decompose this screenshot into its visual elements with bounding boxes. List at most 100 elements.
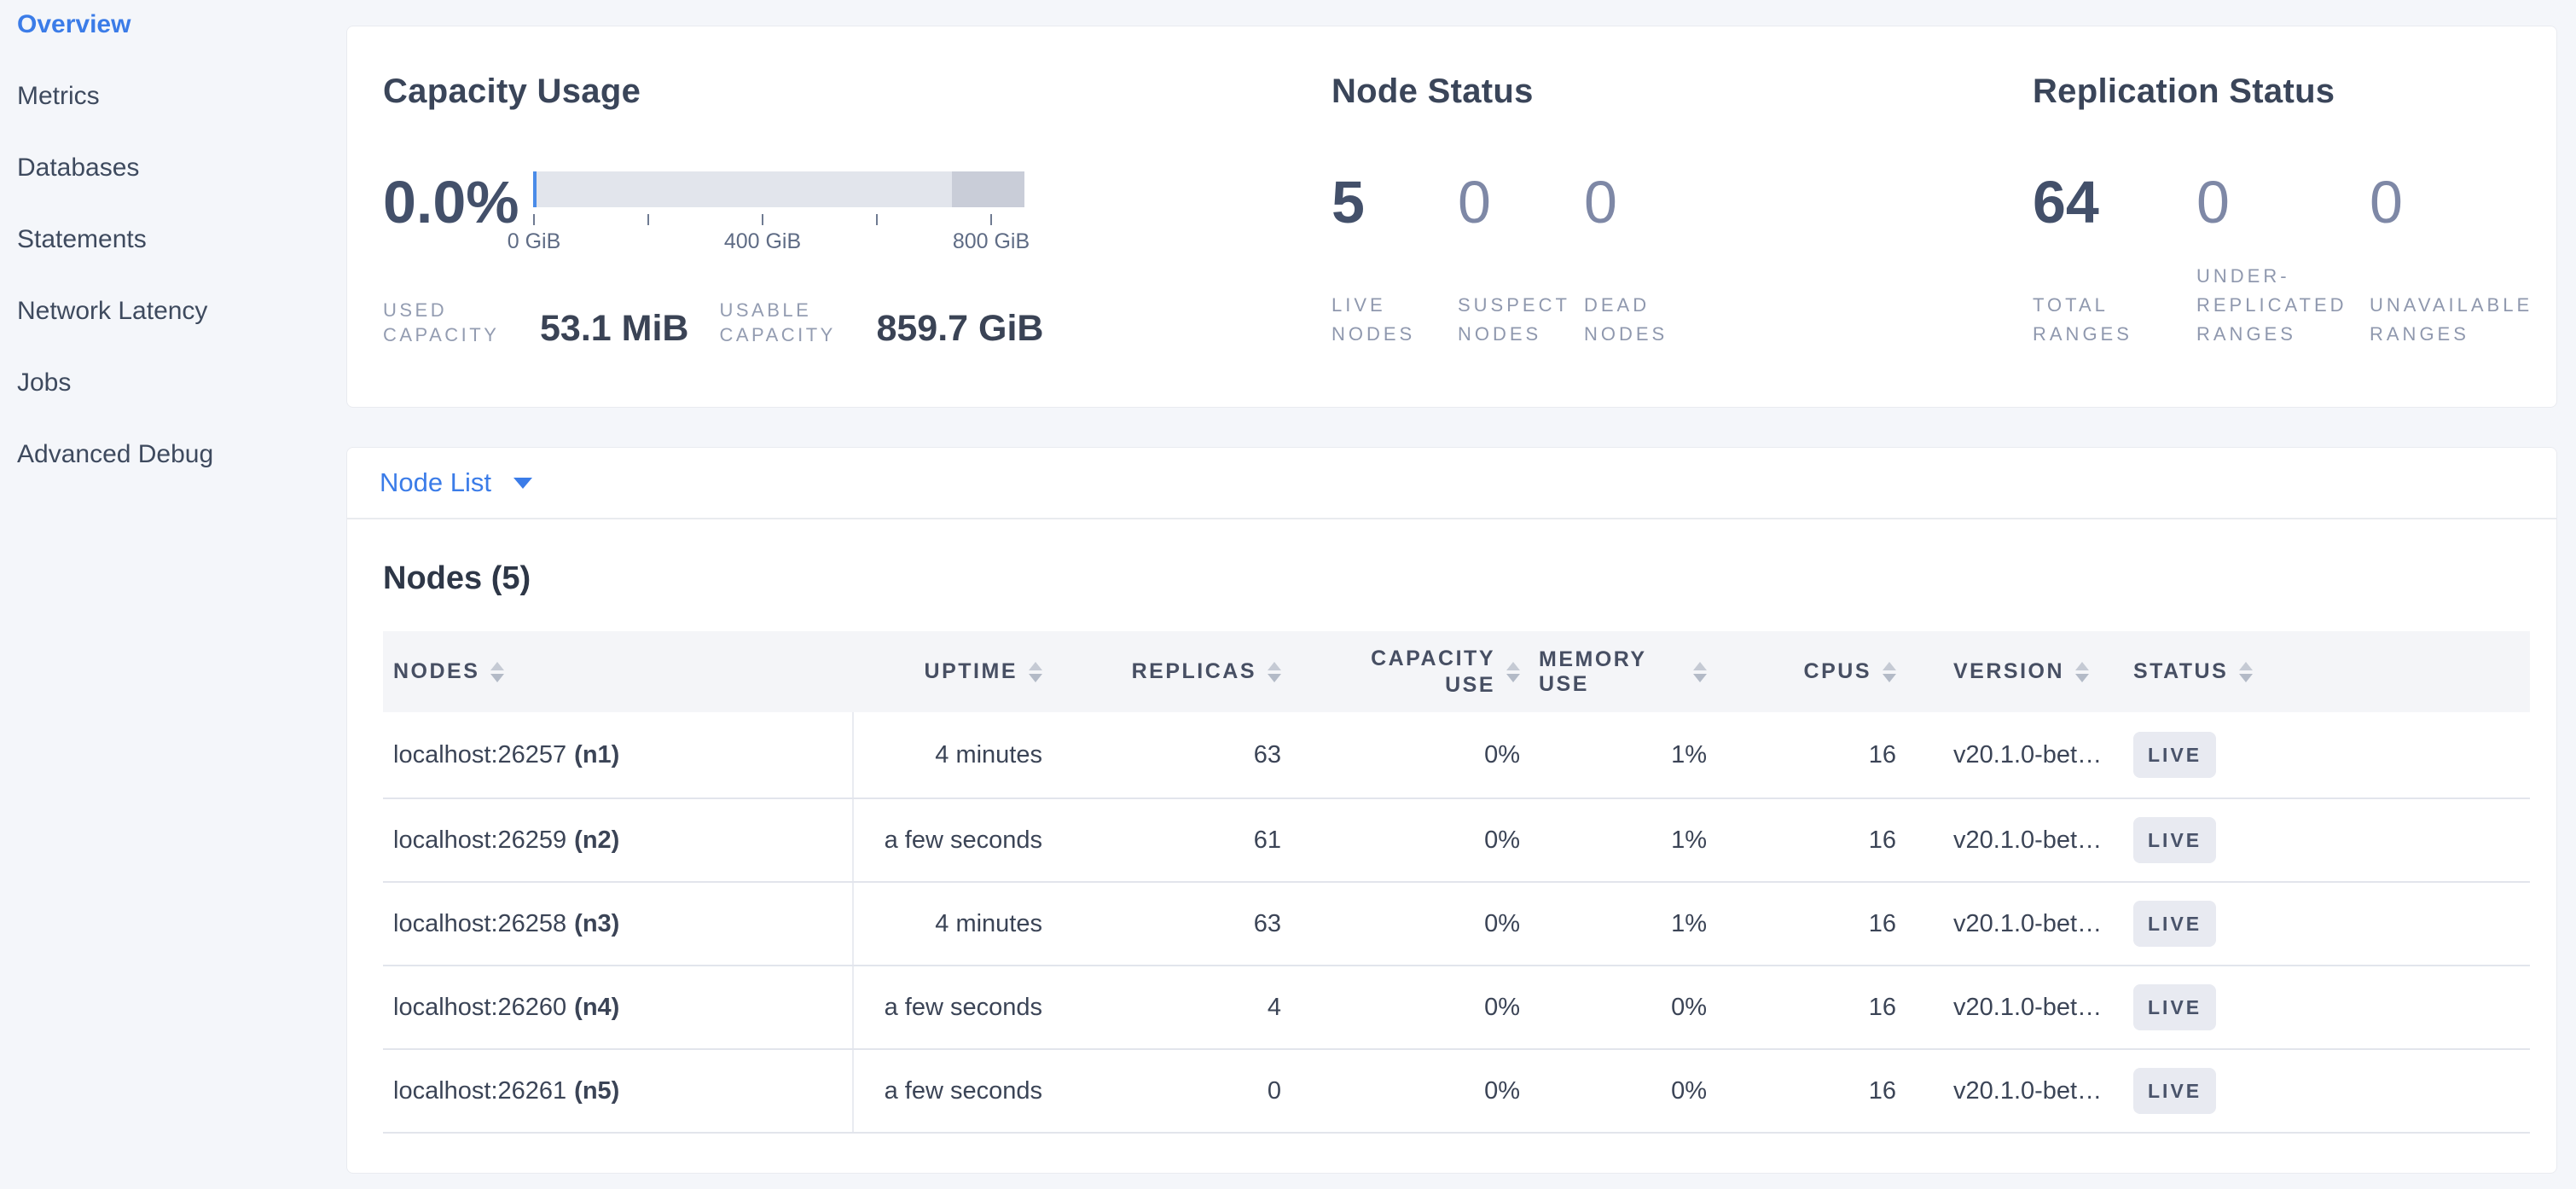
cell-status: LIVE bbox=[2125, 1050, 2530, 1132]
stat: 0 UNDER-REPLICATEDRANGES bbox=[2196, 171, 2370, 349]
column-header-replicas[interactable]: REPLICAS bbox=[1061, 631, 1300, 712]
stat-label: DEADNODES bbox=[1584, 291, 1710, 349]
nodes-table-title: Nodes (5) bbox=[383, 559, 2556, 598]
sidebar-item-advanced-debug[interactable]: Advanced Debug bbox=[0, 419, 334, 490]
cell-uptime: 4 minutes bbox=[854, 712, 1061, 798]
axis-tick bbox=[647, 214, 649, 225]
node-address-link[interactable]: localhost:26258 bbox=[393, 910, 566, 938]
capacity-stat-label: USEDCAPACITY bbox=[383, 298, 521, 347]
sidebar-item-network-latency[interactable]: Network Latency bbox=[0, 276, 334, 347]
column-header-status[interactable]: STATUS bbox=[2125, 631, 2530, 712]
node-address-link[interactable]: localhost:26260 bbox=[393, 994, 566, 1022]
stat-label: UNDER-REPLICATEDRANGES bbox=[2196, 262, 2370, 349]
capacity-stat: USABLECAPACITY859.7 GiB bbox=[719, 298, 1043, 347]
axis-tick bbox=[533, 214, 535, 225]
sidebar-item-metrics[interactable]: Metrics bbox=[0, 61, 334, 132]
replication-status-title: Replication Status bbox=[2033, 72, 2335, 111]
capacity-stat: USEDCAPACITY 53.1 MiB bbox=[383, 298, 688, 347]
axis-tick bbox=[876, 214, 878, 225]
column-header-capacity_use[interactable]: CAPACITY USE bbox=[1300, 631, 1539, 712]
axis-tick-label: 0 GiB bbox=[508, 229, 561, 254]
stat-value: 5 bbox=[1332, 171, 1458, 233]
stat-value: 0 bbox=[1584, 171, 1710, 233]
sidebar-item-jobs[interactable]: Jobs bbox=[0, 347, 334, 419]
column-header-label: UPTIME bbox=[925, 659, 1018, 684]
node-id: (n2) bbox=[574, 826, 619, 855]
column-header-label: VERSION bbox=[1953, 659, 2064, 684]
sort-up-arrow-icon bbox=[1506, 662, 1520, 670]
cell-capacity_use: 0% bbox=[1300, 966, 1539, 1048]
sort-icon bbox=[1883, 662, 1896, 682]
cell-uptime: a few seconds bbox=[854, 966, 1061, 1048]
cell-version: v20.1.0-bet… bbox=[1915, 1050, 2125, 1132]
sort-icon bbox=[1506, 662, 1520, 682]
node-list-dropdown[interactable]: Node List bbox=[380, 467, 532, 498]
cell-memory_use: 1% bbox=[1539, 712, 1726, 798]
table-row: localhost:26258(n3)4 minutes630%1%16v20.… bbox=[383, 883, 2530, 966]
node-address-link[interactable]: localhost:26259 bbox=[393, 826, 566, 855]
node-list-card: Node List Nodes (5) NODESUPTIMEREPLICASC… bbox=[346, 447, 2557, 1174]
column-header-node[interactable]: NODES bbox=[383, 631, 854, 712]
axis-tick-label: 800 GiB bbox=[953, 229, 1030, 254]
node-id: (n1) bbox=[574, 741, 619, 769]
sort-down-arrow-icon bbox=[2239, 674, 2253, 682]
node-list-dropdown-bar: Node List bbox=[347, 448, 2556, 519]
sort-up-arrow-icon bbox=[2239, 662, 2253, 670]
stat-label: LIVENODES bbox=[1332, 291, 1458, 349]
stat: 0 DEADNODES bbox=[1584, 171, 1710, 349]
column-header-label: MEMORY USE bbox=[1539, 647, 1682, 697]
cell-cpus: 16 bbox=[1726, 712, 1915, 798]
cluster-summary-card: Capacity Usage 0.0% 0 GiB400 GiB800 GiB … bbox=[346, 26, 2557, 408]
sidebar: OverviewMetricsDatabasesStatementsNetwor… bbox=[0, 0, 334, 490]
capacity-used-percent: 0.0% bbox=[383, 171, 519, 233]
sort-up-arrow-icon bbox=[1883, 662, 1896, 670]
stat-label: TOTALRANGES bbox=[2033, 291, 2196, 349]
column-header-label: NODES bbox=[393, 659, 479, 684]
cell-cpus: 16 bbox=[1726, 799, 1915, 881]
sidebar-item-overview[interactable]: Overview bbox=[0, 0, 334, 61]
cell-version: v20.1.0-bet… bbox=[1915, 799, 2125, 881]
capacity-stat-value: 53.1 MiB bbox=[540, 310, 688, 347]
node-address-link[interactable]: localhost:26257 bbox=[393, 741, 566, 769]
sort-down-arrow-icon bbox=[1506, 674, 1520, 682]
node-status-stats: 5LIVENODES0SUSPECTNODES0DEADNODES bbox=[1332, 171, 1710, 349]
axis-tick bbox=[990, 214, 992, 225]
column-header-uptime[interactable]: UPTIME bbox=[854, 631, 1061, 712]
cell-uptime: a few seconds bbox=[854, 1050, 1061, 1132]
cell-cpus: 16 bbox=[1726, 1050, 1915, 1132]
status-badge: LIVE bbox=[2133, 1068, 2216, 1114]
sort-down-arrow-icon bbox=[2075, 674, 2089, 682]
node-address-link[interactable]: localhost:26261 bbox=[393, 1077, 566, 1105]
sort-up-arrow-icon bbox=[1693, 662, 1707, 670]
capacity-bar-used-segment bbox=[533, 171, 537, 207]
cell-memory_use: 0% bbox=[1539, 966, 1726, 1048]
sort-up-arrow-icon bbox=[2075, 662, 2089, 670]
stat-value: 64 bbox=[2033, 171, 2196, 233]
cell-node: localhost:26260(n4) bbox=[383, 966, 854, 1048]
column-header-memory_use[interactable]: MEMORY USE bbox=[1539, 631, 1726, 712]
cell-cpus: 16 bbox=[1726, 966, 1915, 1048]
cell-node: localhost:26259 (n2) bbox=[383, 799, 854, 881]
node-list-dropdown-label: Node List bbox=[380, 467, 491, 498]
column-header-version[interactable]: VERSION bbox=[1915, 631, 2125, 712]
nodes-table-header: NODES UPTIME REPLICASCAPACITY USEMEMORY US… bbox=[383, 631, 2530, 712]
cell-node: localhost:26258(n3) bbox=[383, 883, 854, 965]
cell-capacity_use: 0% bbox=[1300, 799, 1539, 881]
sidebar-item-statements[interactable]: Statements bbox=[0, 204, 334, 276]
sidebar-item-databases[interactable]: Databases bbox=[0, 132, 334, 204]
cell-version: v20.1.0-bet… bbox=[1915, 966, 2125, 1048]
table-row: localhost:26257(n1)4 minutes630%1%16v20.… bbox=[383, 712, 2530, 799]
capacity-axis: 0 GiB400 GiB800 GiB bbox=[533, 214, 1024, 274]
sort-up-arrow-icon bbox=[1029, 662, 1042, 670]
stat-value: 0 bbox=[2196, 171, 2370, 233]
cell-status: LIVE bbox=[2125, 712, 2530, 798]
column-header-cpus[interactable]: CPUS bbox=[1726, 631, 1915, 712]
cell-replicas: 4 bbox=[1061, 966, 1300, 1048]
sort-icon bbox=[2239, 662, 2253, 682]
cell-version: v20.1.0-bet… bbox=[1915, 883, 2125, 965]
sort-down-arrow-icon bbox=[490, 674, 504, 682]
stat-label: UNAVAILABLERANGES bbox=[2370, 291, 2549, 349]
cell-cpus: 16 bbox=[1726, 883, 1915, 965]
stat-value: 0 bbox=[2370, 171, 2549, 233]
sort-icon bbox=[2075, 662, 2089, 682]
